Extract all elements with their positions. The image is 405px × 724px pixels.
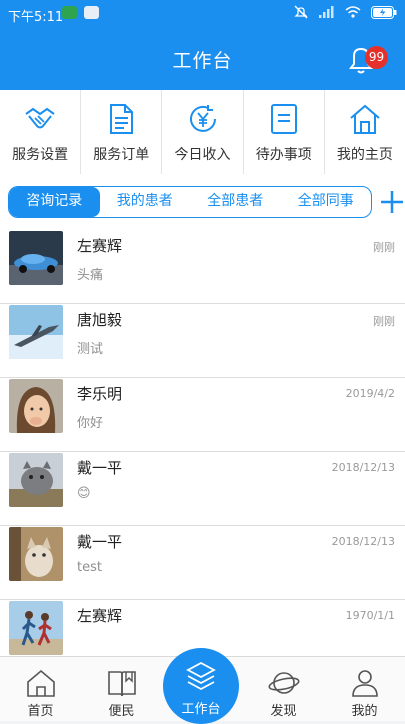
layers-icon — [186, 661, 216, 691]
quick-item-label: 待办事项 — [255, 147, 312, 163]
conversation-list: 左赛辉 刚刚 头痛 唐旭毅 刚刚 测试 李乐明 2019/4/2 你好 戴一平 … — [0, 230, 405, 674]
message-preview: 测试 — [77, 342, 104, 357]
tab-consultation-records[interactable]: 咨询记录 — [9, 187, 100, 217]
status-bar: 下午5:11 — [0, 0, 405, 28]
segmented-tabs: 咨询记录 我的患者 全部患者 全部同事 — [8, 186, 372, 218]
nav-label: 便民 — [108, 704, 135, 719]
nav-workbench[interactable]: 工作台 — [163, 648, 239, 724]
quick-item-label: 服务订单 — [93, 147, 150, 163]
document-icon — [110, 104, 134, 134]
message-time: 2018/12/13 — [331, 461, 395, 474]
contact-name: 左赛辉 — [77, 607, 123, 625]
nav-home[interactable]: 首页 — [0, 657, 81, 721]
page-title: 工作台 — [172, 50, 233, 72]
notification-badge: 99 — [365, 46, 388, 69]
app-notification-icon — [84, 6, 99, 19]
user-icon — [351, 670, 378, 697]
nav-convenience[interactable]: 便民 — [81, 657, 162, 721]
message-time: 2019/4/2 — [345, 387, 395, 400]
nav-label: 发现 — [270, 704, 297, 719]
handshake-icon — [25, 107, 55, 129]
tab-all-colleagues[interactable]: 全部同事 — [281, 187, 372, 217]
quick-item-label: 今日收入 — [174, 147, 231, 163]
contact-name: 戴一平 — [77, 533, 123, 551]
quick-item-label: 服务设置 — [12, 147, 69, 163]
todo-list-icon — [270, 104, 297, 134]
list-item[interactable]: 李乐明 2019/4/2 你好 — [0, 378, 405, 452]
nav-label: 我的 — [351, 704, 378, 719]
mute-icon — [294, 5, 308, 19]
message-preview: 头痛 — [77, 268, 104, 283]
planet-icon — [267, 672, 300, 694]
avatar — [9, 527, 63, 581]
contact-name: 戴一平 — [77, 459, 123, 477]
wifi-icon — [345, 6, 361, 18]
battery-charging-icon — [371, 5, 397, 19]
message-time: 刚刚 — [373, 315, 395, 328]
avatar — [9, 453, 63, 507]
tab-bar: 咨询记录 我的患者 全部患者 全部同事 — [0, 174, 405, 230]
quick-actions: 服务设置 服务订单 今日收入 待办事项 我的主页 — [0, 90, 405, 175]
list-item[interactable]: 左赛辉 刚刚 头痛 — [0, 230, 405, 304]
message-time: 2018/12/13 — [331, 535, 395, 548]
message-preview: 😊 — [77, 486, 91, 501]
home-icon — [26, 669, 55, 697]
message-preview: test — [77, 560, 102, 575]
message-time: 1970/1/1 — [345, 609, 395, 622]
book-icon — [107, 671, 136, 697]
quick-item-label: 我的主页 — [336, 147, 393, 163]
quick-item-todo[interactable]: 待办事项 — [244, 90, 325, 174]
wechat-notification-icon — [62, 6, 77, 19]
contact-name: 唐旭毅 — [77, 311, 123, 329]
home-icon — [350, 104, 380, 134]
message-time: 刚刚 — [373, 241, 395, 254]
contact-name: 李乐明 — [77, 385, 123, 403]
list-item[interactable]: 唐旭毅 刚刚 测试 — [0, 304, 405, 378]
list-item[interactable]: 戴一平 2018/12/13 😊 — [0, 452, 405, 526]
avatar — [9, 231, 63, 285]
quick-item-today-income[interactable]: 今日收入 — [162, 90, 244, 174]
tab-all-patients[interactable]: 全部患者 — [190, 187, 281, 217]
avatar — [9, 379, 63, 433]
add-icon[interactable] — [380, 190, 404, 214]
nav-mine[interactable]: 我的 — [324, 657, 405, 721]
tab-my-patients[interactable]: 我的患者 — [100, 187, 191, 217]
avatar — [9, 305, 63, 359]
list-item[interactable]: 戴一平 2018/12/13 test — [0, 526, 405, 600]
nav-label: 工作台 — [181, 702, 221, 717]
message-preview: 你好 — [77, 416, 104, 431]
quick-item-service-settings[interactable]: 服务设置 — [0, 90, 82, 174]
quick-item-service-orders[interactable]: 服务订单 — [81, 90, 163, 174]
avatar — [9, 601, 63, 655]
nav-discover[interactable]: 发现 — [243, 657, 324, 721]
contact-name: 左赛辉 — [77, 237, 123, 255]
app-header: 下午5:11 工作台 99 — [0, 0, 405, 90]
nav-label: 首页 — [27, 704, 54, 719]
status-time: 下午5:11 — [8, 10, 64, 25]
quick-item-my-homepage[interactable]: 我的主页 — [325, 90, 405, 174]
yuan-income-icon — [189, 105, 216, 132]
signal-icon — [319, 6, 334, 18]
